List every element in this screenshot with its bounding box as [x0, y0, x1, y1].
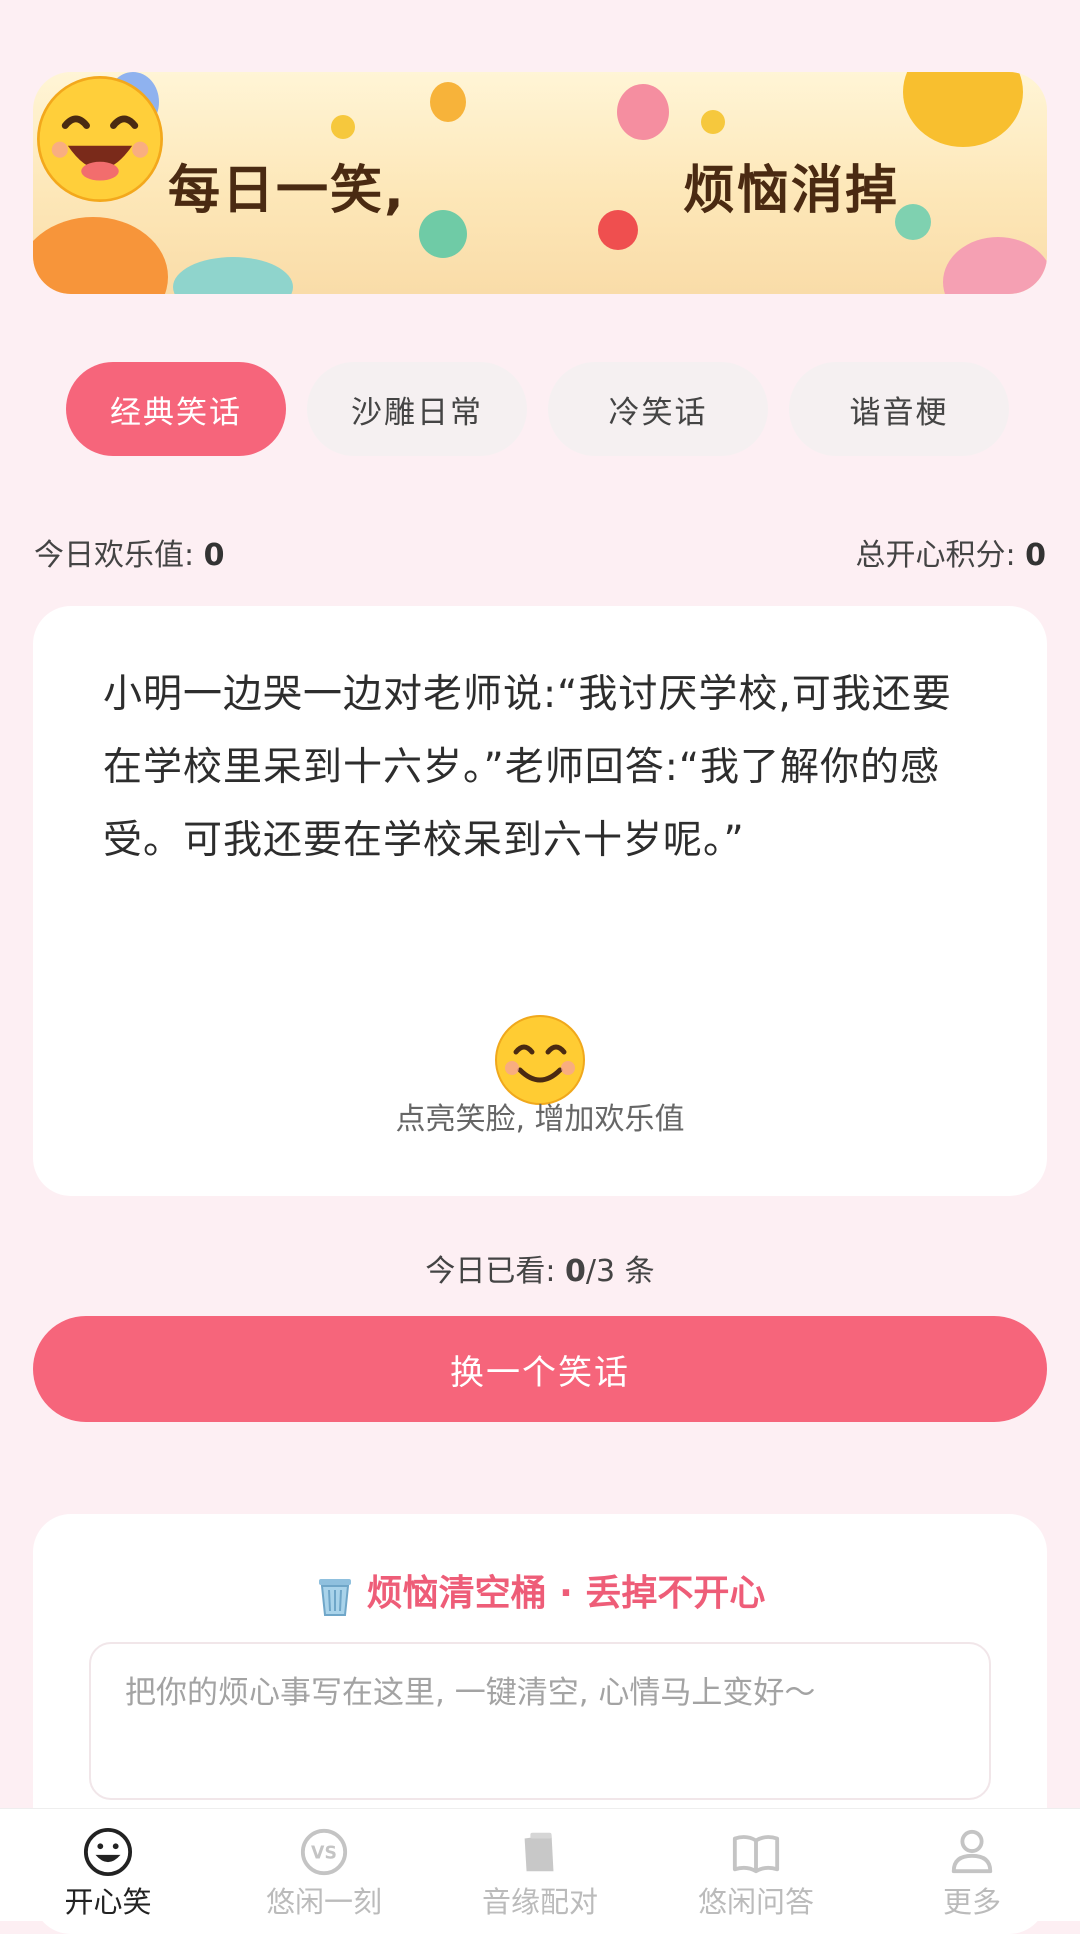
watched-total: /3 条 [585, 1254, 655, 1289]
nav-label: 悠闲一刻 [265, 1885, 382, 1919]
banner: 每日一笑, 烦恼消掉 [33, 72, 1047, 294]
nav-item-music-match[interactable]: 音缘配对 [432, 1809, 648, 1921]
smile-icon [83, 1827, 133, 1877]
vs-icon: VS [300, 1828, 348, 1876]
watched-label: 今日已看: [425, 1254, 556, 1289]
next-joke-button[interactable]: 换一个笑话 [33, 1316, 1047, 1422]
nav-item-leisure-qa[interactable]: 悠闲问答 [648, 1809, 864, 1921]
svg-text:VS: VS [311, 1844, 337, 1864]
score-stat: 总开心积分: 0 [855, 530, 1046, 574]
category-tabs: 经典笑话 沙雕日常 冷笑话 谐音梗 [66, 362, 1016, 456]
banner-left-text: 每日一笑, [168, 161, 406, 221]
book-icon [732, 1835, 780, 1874]
trash-title-row: 烦恼清空桶 · 丢掉不开心 [33, 1564, 1047, 1617]
joke-text: 小明一边哭一边对老师说:“我讨厌学校,可我还要在学校里呆到十六岁。”老师回答:“… [103, 672, 952, 863]
nav-item-happy-laugh[interactable]: 开心笑 [0, 1809, 216, 1921]
tab-cold-jokes[interactable]: 冷笑话 [548, 362, 768, 456]
person-icon [951, 1829, 993, 1874]
laughing-face-icon [37, 76, 163, 202]
nav-label: 悠闲问答 [697, 1885, 814, 1919]
joke-card: 小明一边哭一边对老师说:“我讨厌学校,可我还要在学校里呆到十六岁。”老师回答:“… [33, 606, 1047, 1196]
joy-stat: 今日欢乐值: 0 [34, 530, 225, 574]
nav-label: 开心笑 [64, 1885, 152, 1919]
like-hint: 点亮笑脸, 增加欢乐值 [395, 1102, 685, 1137]
cup-icon [524, 1832, 554, 1872]
nav-item-leisure-moment[interactable]: VS 悠闲一刻 [216, 1809, 432, 1921]
tab-puns[interactable]: 谐音梗 [789, 362, 1009, 456]
watched-counter: 今日已看: 0/3 条 [0, 1246, 1080, 1290]
joy-value: 0 [203, 538, 225, 573]
joy-label: 今日欢乐值: [34, 538, 195, 573]
score-label: 总开心积分: [855, 538, 1016, 573]
worry-input[interactable]: 把你的烦心事写在这里, 一键清空, 心情马上变好～ [89, 1642, 991, 1800]
score-value: 0 [1025, 538, 1046, 573]
bottom-nav: 开心笑 VS 悠闲一刻 音缘配对 悠闲问答 更多 [0, 1808, 1080, 1921]
banner-right-text: 烦恼消掉 [683, 161, 900, 221]
tab-classic-jokes[interactable]: 经典笑话 [66, 362, 286, 456]
nav-item-more[interactable]: 更多 [864, 1809, 1080, 1921]
watched-count: 0 [565, 1254, 586, 1289]
tab-silly-daily[interactable]: 沙雕日常 [307, 362, 527, 456]
trash-title: 烦恼清空桶 · 丢掉不开心 [366, 1573, 766, 1614]
trash-bin-icon [318, 1579, 351, 1616]
nav-label: 音缘配对 [481, 1885, 598, 1919]
nav-label: 更多 [942, 1885, 1001, 1919]
